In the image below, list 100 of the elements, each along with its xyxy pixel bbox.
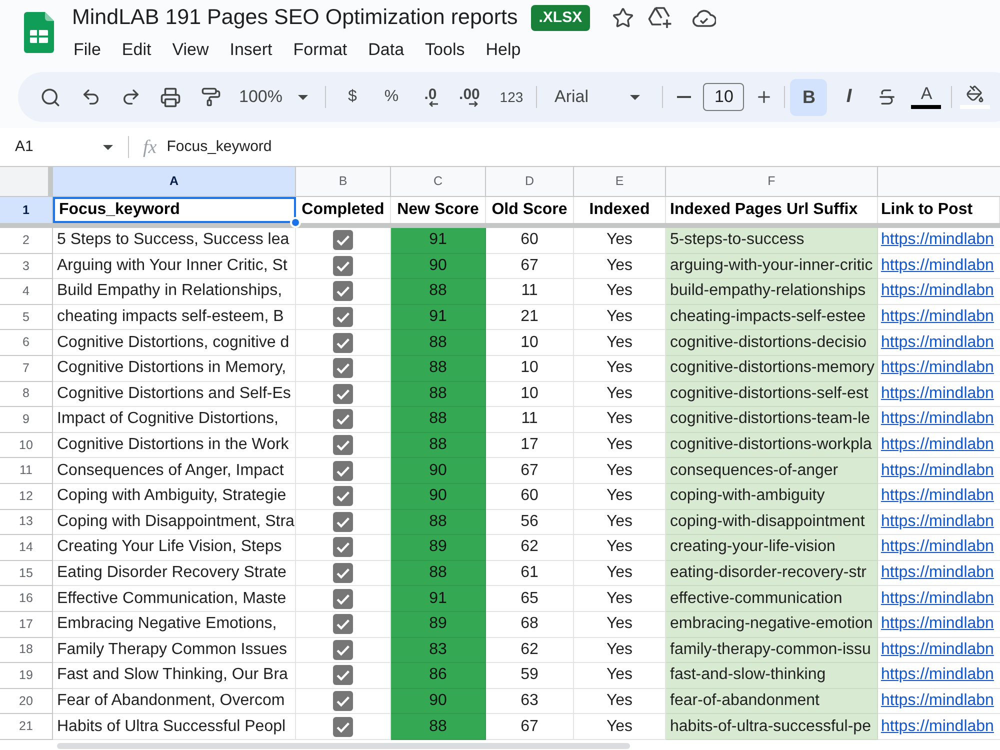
currency-format-button[interactable]: $: [335, 79, 370, 115]
column-header[interactable]: D: [486, 167, 574, 197]
row-header[interactable]: 10: [0, 432, 53, 458]
font-size-field[interactable]: 10: [703, 83, 744, 111]
row-header[interactable]: 17: [0, 612, 53, 638]
menu-item[interactable]: Data: [358, 36, 415, 62]
drive-add-icon[interactable]: [648, 7, 672, 29]
checkbox[interactable]: [333, 640, 353, 660]
cloud-check-icon[interactable]: [692, 9, 716, 27]
italic-button[interactable]: I: [830, 79, 868, 115]
checkbox[interactable]: [333, 281, 353, 302]
checkbox[interactable]: [333, 665, 353, 686]
post-link[interactable]: https://mindlabn: [881, 283, 994, 300]
checkbox[interactable]: [333, 460, 353, 481]
column-header[interactable]: A: [53, 167, 296, 197]
post-link[interactable]: https://mindlabn: [881, 539, 994, 556]
row-header[interactable]: 5: [0, 304, 53, 330]
post-link[interactable]: https://mindlabn: [881, 411, 994, 428]
decrease-decimal-button[interactable]: .0: [413, 79, 448, 115]
checkbox[interactable]: [333, 358, 353, 378]
post-link[interactable]: https://mindlabn: [881, 462, 994, 479]
column-header[interactable]: B: [296, 167, 391, 197]
checkbox[interactable]: [333, 409, 353, 430]
menu-item[interactable]: View: [162, 36, 220, 62]
row-header[interactable]: 21: [0, 714, 53, 740]
row-header[interactable]: 19: [0, 663, 53, 689]
post-link[interactable]: https://mindlabn: [881, 642, 994, 658]
post-link[interactable]: https://mindlabn: [881, 667, 994, 684]
checkbox[interactable]: [333, 435, 353, 456]
text-color-button[interactable]: A: [906, 79, 946, 115]
checkbox[interactable]: [333, 512, 353, 532]
post-link[interactable]: https://mindlabn: [881, 309, 994, 326]
horizontal-scrollbar[interactable]: [57, 743, 630, 749]
checkbox[interactable]: [333, 332, 353, 353]
menu-item[interactable]: Edit: [111, 36, 162, 62]
post-link[interactable]: https://mindlabn: [881, 334, 994, 351]
row-header[interactable]: 11: [0, 458, 53, 484]
checkbox[interactable]: [333, 230, 353, 250]
checkbox[interactable]: [333, 588, 353, 609]
checkbox[interactable]: [333, 256, 353, 276]
bold-button[interactable]: B: [790, 78, 828, 116]
zoom-select[interactable]: 100%: [232, 79, 316, 115]
post-link[interactable]: https://mindlabn: [881, 386, 994, 402]
checkbox[interactable]: [333, 690, 353, 711]
paint-roller-icon: [200, 87, 220, 107]
row-header[interactable]: 7: [0, 356, 53, 382]
row-header[interactable]: 8: [0, 382, 53, 408]
checkbox[interactable]: [333, 614, 353, 634]
old-score-cell: 65: [486, 586, 574, 612]
column-header[interactable]: C: [391, 167, 486, 197]
checkbox[interactable]: [333, 716, 353, 737]
row-header[interactable]: 20: [0, 688, 53, 714]
row-header[interactable]: 1: [0, 197, 53, 223]
menu-item[interactable]: Format: [282, 36, 358, 62]
header-cell[interactable]: Focus_keyword: [53, 197, 296, 223]
post-link[interactable]: https://mindlabn: [881, 616, 994, 632]
checkbox[interactable]: [333, 307, 353, 328]
number-format-button[interactable]: 123: [491, 79, 532, 115]
row-header[interactable]: 18: [0, 638, 53, 664]
row-header[interactable]: 14: [0, 535, 53, 561]
checkbox[interactable]: [333, 486, 353, 506]
post-link[interactable]: https://mindlabn: [881, 232, 994, 248]
post-link[interactable]: https://mindlabn: [881, 514, 994, 530]
name-box[interactable]: A1: [0, 132, 120, 162]
checkbox[interactable]: [333, 384, 353, 404]
caret-icon: [298, 94, 308, 100]
menu-item[interactable]: Insert: [219, 36, 283, 62]
row-header[interactable]: 9: [0, 407, 53, 433]
row-header[interactable]: 13: [0, 510, 53, 536]
post-link[interactable]: https://mindlabn: [881, 718, 994, 735]
row-header[interactable]: 3: [0, 254, 53, 280]
menu-item[interactable]: Tools: [414, 36, 476, 62]
formula-field[interactable]: Focus_keyword: [166, 132, 1000, 162]
post-link[interactable]: https://mindlabn: [881, 258, 994, 274]
post-link[interactable]: https://mindlabn: [881, 590, 994, 607]
row-header[interactable]: 16: [0, 586, 53, 612]
font-select[interactable]: Arial: [542, 79, 652, 115]
menu-item[interactable]: File: [63, 36, 112, 62]
post-link[interactable]: https://mindlabn: [881, 692, 994, 709]
old-score-cell: 67: [486, 254, 574, 280]
row-header[interactable]: 6: [0, 330, 53, 356]
document-title[interactable]: MindLAB 191 Pages SEO Optimization reports: [63, 7, 518, 29]
checkbox[interactable]: [333, 537, 353, 558]
column-header[interactable]: E: [574, 167, 666, 197]
percent-format-button[interactable]: %: [374, 79, 408, 115]
menu-item[interactable]: Help: [475, 36, 532, 62]
selection-handle-icon[interactable]: [290, 217, 301, 228]
increase-decimal-button[interactable]: .00: [452, 79, 486, 115]
post-link[interactable]: https://mindlabn: [881, 488, 994, 504]
post-link[interactable]: https://mindlabn: [881, 565, 994, 582]
row-header[interactable]: 15: [0, 560, 53, 586]
post-link[interactable]: https://mindlabn: [881, 360, 994, 376]
row-header[interactable]: 12: [0, 484, 53, 510]
star-icon[interactable]: [612, 7, 634, 29]
column-header[interactable]: F: [666, 167, 878, 197]
spreadsheet-logo-icon[interactable]: [24, 12, 54, 53]
row-header[interactable]: 2: [0, 228, 53, 254]
checkbox[interactable]: [333, 563, 353, 584]
row-header[interactable]: 4: [0, 279, 53, 305]
post-link[interactable]: https://mindlabn: [881, 437, 994, 454]
